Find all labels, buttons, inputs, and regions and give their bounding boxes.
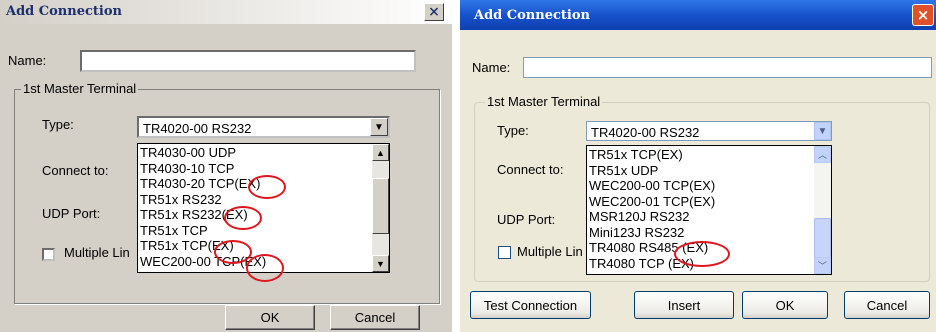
list-item[interactable]: MSR120J RS232 (589, 209, 715, 225)
udp-port-label: UDP Port: (497, 212, 556, 227)
list-item[interactable]: TR51x TCP(EX) (589, 147, 715, 163)
group-title: 1st Master Terminal (485, 94, 603, 109)
list-item[interactable]: TR4030-20 TCP(EX) (140, 176, 266, 192)
type-selected-value: TR4020-00 RS232 (591, 125, 700, 140)
name-label: Name: (8, 53, 47, 68)
list-item[interactable]: WEC200-00 TCP(EX) (589, 178, 715, 194)
close-icon: × (916, 6, 930, 24)
add-connection-dialog-xp: Add Connection × Name: 1st Master Termin… (460, 0, 936, 332)
name-label: Name: (472, 60, 511, 75)
type-label: Type: (497, 123, 529, 138)
cancel-button[interactable]: Cancel (330, 305, 420, 330)
close-icon: × (428, 4, 440, 20)
ok-button[interactable]: OK (742, 291, 828, 319)
arrow-up-icon: ▲ (376, 147, 385, 158)
add-connection-dialog-classic: Add Connection × Name: 1st Master Termin… (0, 0, 452, 332)
dropdown-button[interactable]: ▼ (370, 118, 388, 136)
name-input[interactable] (80, 50, 416, 72)
type-select[interactable]: TR4020-00 RS232 ▼ (137, 116, 390, 138)
list-item[interactable]: TR51x UDP (589, 163, 715, 179)
scroll-up-button[interactable]: ︿ (814, 146, 831, 163)
type-select[interactable]: TR4020-00 RS232 ▼ (586, 121, 832, 141)
test-connection-button[interactable]: Test Connection (470, 291, 591, 319)
chevron-down-icon: ▼ (817, 125, 828, 137)
highlight-ring (224, 206, 262, 230)
highlight-ring (248, 175, 286, 199)
list-item[interactable]: WEC200-01 TCP(EX) (589, 194, 715, 210)
type-selected-value: TR4020-00 RS232 (143, 121, 252, 136)
connect-to-label: Connect to: (42, 163, 109, 178)
list-item[interactable]: Mini123J RS232 (589, 225, 715, 241)
dialog-title: Add Connection (6, 4, 122, 19)
arrow-up-icon: ︿ (817, 150, 827, 160)
cancel-button[interactable]: Cancel (844, 291, 930, 319)
list-item[interactable]: TR4030-00 UDP (140, 145, 266, 161)
ok-button[interactable]: OK (225, 305, 315, 330)
highlight-ring (214, 240, 252, 264)
scroll-down-button[interactable]: ﹀ (814, 257, 831, 274)
title-bar: Add Connection × (460, 0, 936, 30)
multiple-lines-label: Multiple Lin (64, 245, 130, 260)
close-button[interactable]: × (424, 3, 444, 21)
dialog-title: Add Connection (474, 8, 590, 23)
group-title: 1st Master Terminal (21, 81, 139, 96)
chevron-down-icon: ▼ (374, 121, 384, 133)
highlight-ring (674, 241, 730, 267)
list-scrollbar[interactable]: ︿ ﹀ (814, 146, 831, 274)
scroll-up-button[interactable]: ▲ (372, 144, 389, 161)
scroll-thumb[interactable] (814, 218, 831, 258)
list-item[interactable]: TR51x RS232 (140, 192, 266, 208)
list-item[interactable]: TR4030-10 TCP (140, 161, 266, 177)
scroll-down-button[interactable]: ▼ (372, 255, 389, 272)
close-button[interactable]: × (912, 4, 934, 26)
insert-button[interactable]: Insert (634, 291, 734, 319)
multiple-lines-checkbox[interactable] (498, 246, 511, 259)
dropdown-button[interactable]: ▼ (814, 122, 831, 140)
scroll-thumb[interactable] (372, 178, 389, 234)
multiple-lines-label: Multiple Lin (517, 244, 583, 259)
connect-to-label: Connect to: (497, 162, 564, 177)
type-label: Type: (42, 117, 74, 132)
name-input[interactable] (523, 57, 932, 78)
arrow-down-icon: ﹀ (817, 261, 827, 271)
multiple-lines-checkbox[interactable] (42, 248, 55, 261)
arrow-down-icon: ▼ (376, 258, 385, 269)
title-bar: Add Connection × (0, 0, 452, 24)
highlight-ring (246, 254, 284, 282)
list-scrollbar[interactable]: ▲ ▼ (372, 144, 389, 272)
udp-port-label: UDP Port: (42, 206, 101, 221)
